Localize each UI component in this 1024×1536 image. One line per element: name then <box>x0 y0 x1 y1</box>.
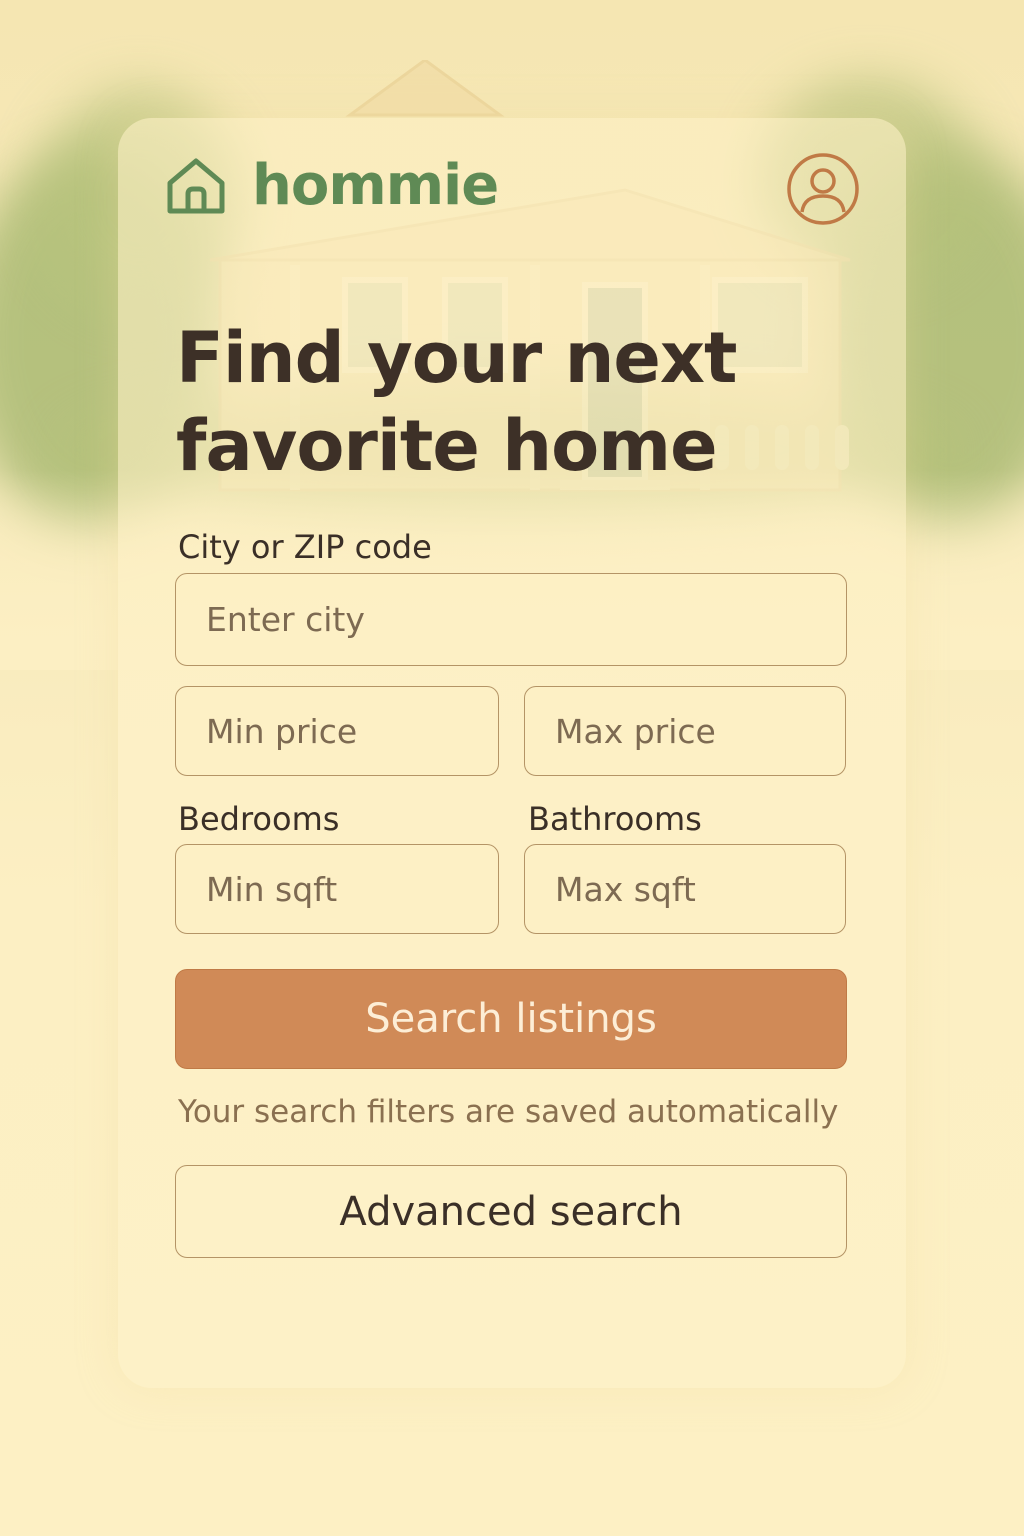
city-input[interactable] <box>175 573 847 666</box>
min-price-input[interactable] <box>175 686 499 776</box>
bathrooms-label: Bathrooms <box>528 800 702 838</box>
bedrooms-label: Bedrooms <box>178 800 340 838</box>
search-listings-button[interactable]: Search listings <box>175 969 847 1069</box>
autosave-helper-text: Your search filters are saved automatica… <box>178 1094 839 1130</box>
city-label: City or ZIP code <box>178 528 432 566</box>
advanced-search-button[interactable]: Advanced search <box>175 1165 847 1258</box>
brand-header: hommie <box>166 156 499 216</box>
page-title: Find your next favorite home <box>176 317 738 487</box>
brand-name[interactable]: hommie <box>252 156 499 216</box>
min-sqft-input[interactable] <box>175 844 499 934</box>
max-sqft-input[interactable] <box>524 844 846 934</box>
max-price-input[interactable] <box>524 686 846 776</box>
house-icon[interactable] <box>166 156 226 216</box>
user-avatar-icon[interactable] <box>786 152 860 226</box>
search-card: hommie Find your next favorite home City… <box>118 118 906 1388</box>
